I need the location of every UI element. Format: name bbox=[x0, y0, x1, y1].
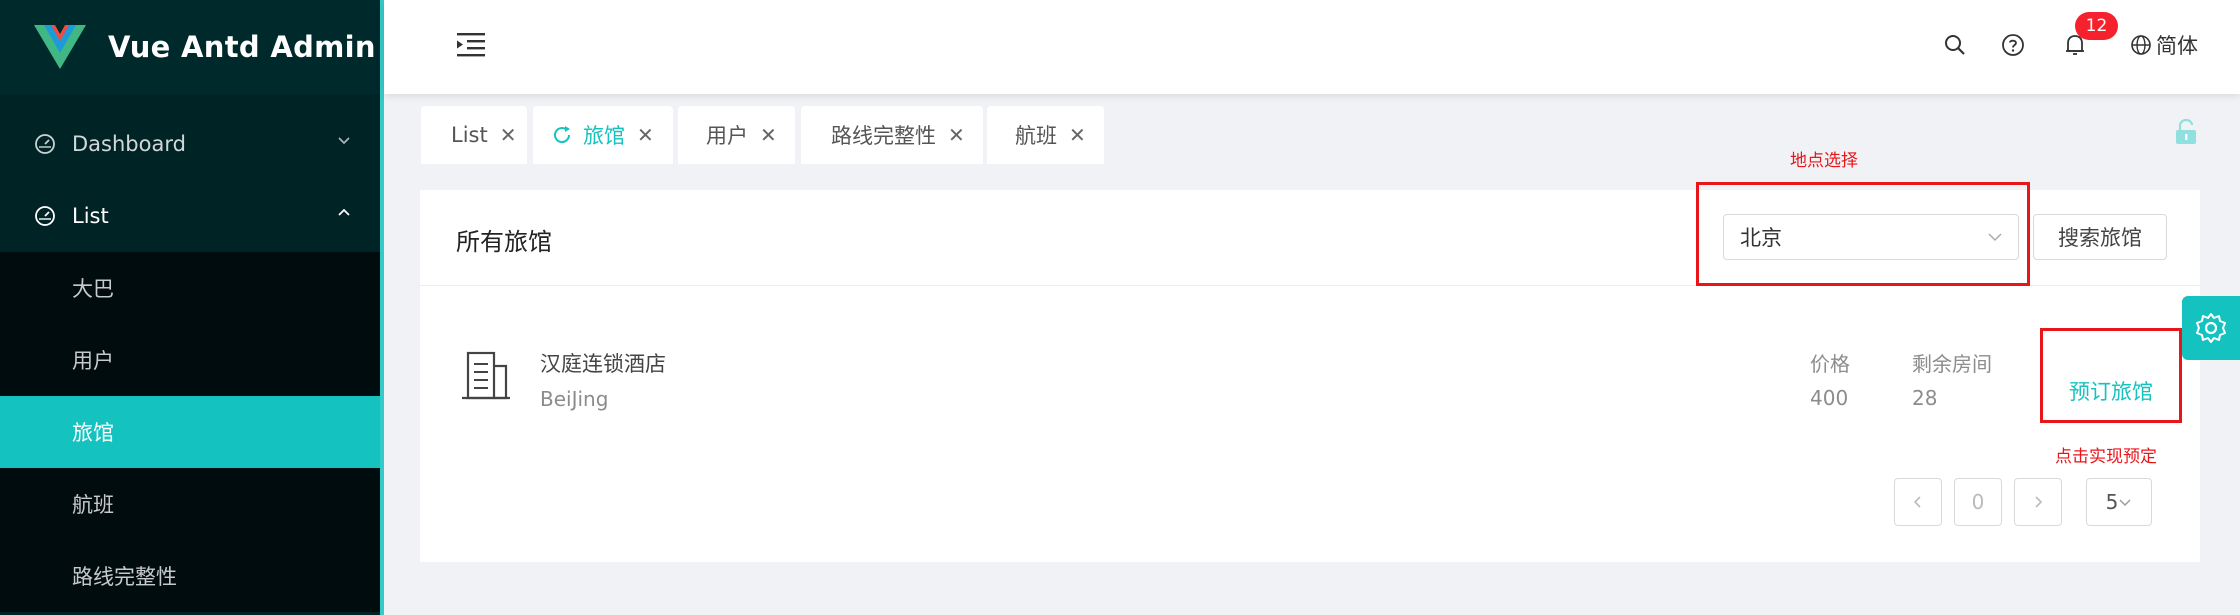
building-icon bbox=[462, 351, 510, 400]
page-number-input[interactable]: 0 bbox=[1954, 478, 2002, 526]
search-icon[interactable] bbox=[1940, 30, 1970, 60]
chevron-down-icon bbox=[2119, 499, 2131, 506]
annotation-location-note: 地点选择 bbox=[1790, 151, 1858, 171]
tab-label: 旅馆 bbox=[583, 124, 625, 148]
unlock-icon[interactable] bbox=[2174, 118, 2198, 146]
list-submenu: 大巴 用户 旅馆 航班 路线完整性 bbox=[0, 252, 380, 612]
card-title: 所有旅馆 bbox=[456, 228, 552, 256]
rooms-value: 28 bbox=[1912, 386, 1938, 410]
chevron-up-icon bbox=[338, 208, 350, 216]
help-icon[interactable] bbox=[1998, 30, 2028, 60]
dashboard-icon bbox=[35, 134, 55, 154]
tab-flight[interactable]: 航班 ✕ bbox=[987, 106, 1104, 164]
menu-fold-icon[interactable] bbox=[454, 28, 488, 60]
annotation-booking-note: 点击实现预定 bbox=[2055, 447, 2157, 467]
language-switcher[interactable]: 简体 bbox=[2130, 30, 2198, 60]
hotel-name: 汉庭连锁酒店 bbox=[540, 352, 666, 376]
chevron-down-icon bbox=[338, 137, 350, 145]
tab-hotel[interactable]: 旅馆 ✕ bbox=[533, 106, 673, 164]
page-size-select[interactable]: 5 bbox=[2086, 478, 2152, 526]
vue-logo-icon bbox=[34, 25, 86, 69]
menu-label-list: List bbox=[72, 204, 109, 228]
submenu-item-route[interactable]: 路线完整性 bbox=[0, 540, 380, 612]
notification-badge: 12 bbox=[2075, 12, 2118, 40]
next-page-button[interactable] bbox=[2014, 478, 2062, 526]
price-value: 400 bbox=[1810, 386, 1849, 410]
price-label: 价格 bbox=[1810, 352, 1850, 376]
list-item: 汉庭连锁酒店 BeiJing 价格 400 剩余房间 28 预订旅馆 bbox=[420, 286, 2200, 436]
logo-area[interactable]: Vue Antd Admin bbox=[0, 0, 380, 94]
rooms-label: 剩余房间 bbox=[1912, 352, 1992, 376]
submenu-item-flight[interactable]: 航班 bbox=[0, 468, 380, 540]
chevron-left-icon bbox=[1913, 496, 1921, 508]
close-icon[interactable]: ✕ bbox=[760, 123, 777, 147]
tab-list[interactable]: List ✕ bbox=[421, 106, 527, 164]
tab-label: 路线完整性 bbox=[831, 124, 936, 148]
menu-item-dashboard[interactable]: Dashboard bbox=[0, 108, 380, 180]
annotation-box-location bbox=[1696, 182, 2030, 286]
tab-users[interactable]: 用户 ✕ bbox=[678, 106, 795, 164]
globe-icon bbox=[2131, 35, 2151, 55]
search-hotel-button[interactable]: 搜索旅馆 bbox=[2033, 214, 2167, 260]
tab-label: 用户 bbox=[706, 124, 748, 148]
tab-label: 航班 bbox=[1015, 124, 1057, 148]
chevron-right-icon bbox=[2035, 496, 2043, 508]
submenu-item-users[interactable]: 用户 bbox=[0, 324, 380, 396]
page-size-value: 5 bbox=[2105, 490, 2119, 514]
sidebar: Vue Antd Admin Dashboard List 大巴 用户 旅馆 航… bbox=[0, 0, 380, 615]
hotel-city: BeiJing bbox=[540, 387, 609, 411]
submenu-item-bus[interactable]: 大巴 bbox=[0, 252, 380, 324]
tab-route[interactable]: 路线完整性 ✕ bbox=[801, 106, 983, 164]
tab-label: List bbox=[451, 123, 488, 147]
top-header: 12 简体 bbox=[384, 0, 2240, 94]
close-icon[interactable]: ✕ bbox=[500, 123, 517, 147]
close-icon[interactable]: ✕ bbox=[948, 123, 965, 147]
submenu-item-hotel[interactable]: 旅馆 bbox=[0, 396, 380, 468]
settings-drawer-button[interactable] bbox=[2182, 296, 2240, 360]
reload-icon[interactable] bbox=[551, 124, 573, 146]
menu-item-list[interactable]: List bbox=[0, 180, 380, 252]
gear-icon bbox=[2196, 313, 2226, 343]
prev-page-button[interactable] bbox=[1894, 478, 1942, 526]
close-icon[interactable]: ✕ bbox=[637, 123, 654, 147]
dashboard-icon bbox=[35, 206, 55, 226]
close-icon[interactable]: ✕ bbox=[1069, 123, 1086, 147]
app-title: Vue Antd Admin bbox=[108, 30, 376, 64]
menu-label-dashboard: Dashboard bbox=[72, 132, 186, 156]
language-label: 简体 bbox=[2156, 34, 2198, 58]
annotation-box-booking bbox=[2040, 328, 2182, 423]
